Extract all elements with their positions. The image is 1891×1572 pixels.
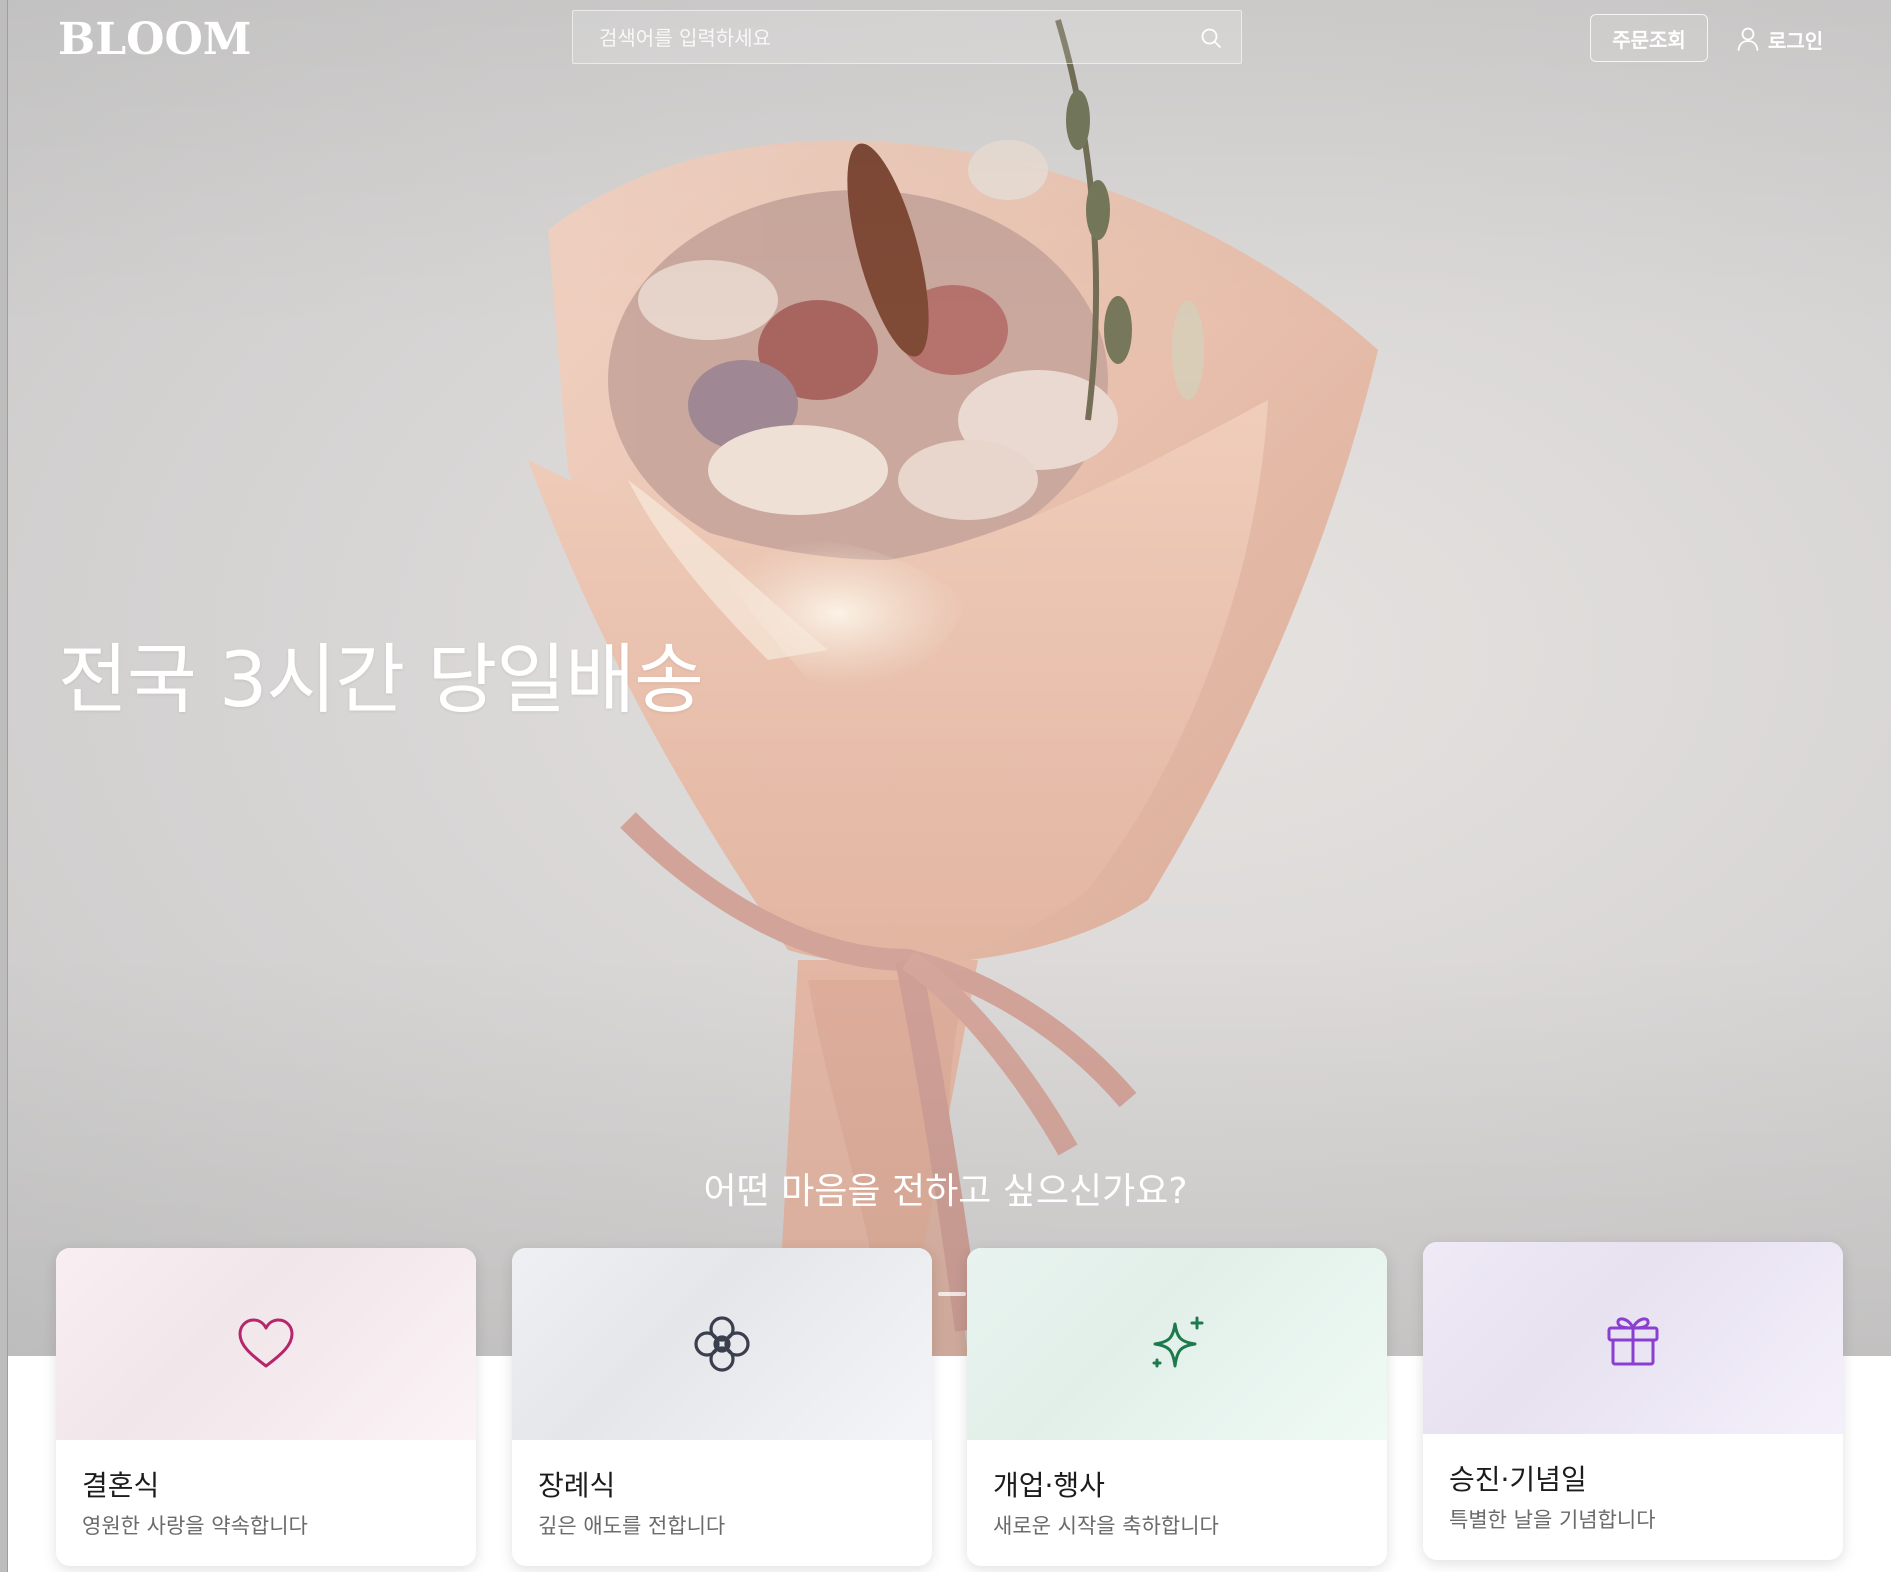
user-icon [1737, 27, 1759, 51]
card-title: 승진·기념일 [1449, 1463, 1587, 1496]
brand-logo[interactable]: BLOOM [58, 14, 252, 65]
card-image [967, 1248, 1387, 1440]
login-button[interactable]: 로그인 [1736, 22, 1823, 56]
top-header: BLOOM 주문조회 로그인 [0, 0, 1891, 80]
card-image [512, 1248, 932, 1440]
search-icon[interactable] [1199, 26, 1223, 50]
card-title: 장례식 [538, 1469, 616, 1502]
category-card-opening[interactable]: 개업·행사 새로운 시작을 축하합니다 [967, 1248, 1387, 1566]
hero-headline: 전국 3시간 당일배송 [58, 635, 704, 724]
category-card-wedding[interactable]: 결혼식 영원한 사랑을 약속합니다 [56, 1248, 476, 1566]
category-card-anniversary[interactable]: 승진·기념일 특별한 날을 기념합니다 [1423, 1242, 1843, 1560]
card-image [56, 1248, 476, 1440]
sparkle-icon [1152, 1316, 1204, 1368]
slider-indicator[interactable] [938, 1292, 966, 1296]
flower-icon [694, 1316, 750, 1372]
category-card-funeral[interactable]: 장례식 깊은 애도를 전합니다 [512, 1248, 932, 1566]
card-description: 새로운 시작을 축하합니다 [993, 1514, 1219, 1538]
login-label: 로그인 [1768, 28, 1824, 53]
card-description: 깊은 애도를 전합니다 [538, 1514, 726, 1538]
order-lookup-button[interactable]: 주문조회 [1590, 14, 1708, 62]
card-title: 개업·행사 [993, 1469, 1105, 1502]
card-title: 결혼식 [82, 1469, 160, 1502]
window-frame-left [0, 0, 8, 1572]
hero-question: 어떤 마음을 전하고 싶으신가요? [703, 1171, 1188, 1212]
search-bar[interactable] [572, 10, 1242, 65]
card-image [1423, 1242, 1843, 1434]
card-description: 영원한 사랑을 약속합니다 [82, 1514, 308, 1538]
gift-icon [1607, 1317, 1659, 1366]
card-description: 특별한 날을 기념합니다 [1449, 1508, 1656, 1532]
heart-icon [238, 1318, 294, 1368]
search-input[interactable] [597, 11, 1161, 65]
